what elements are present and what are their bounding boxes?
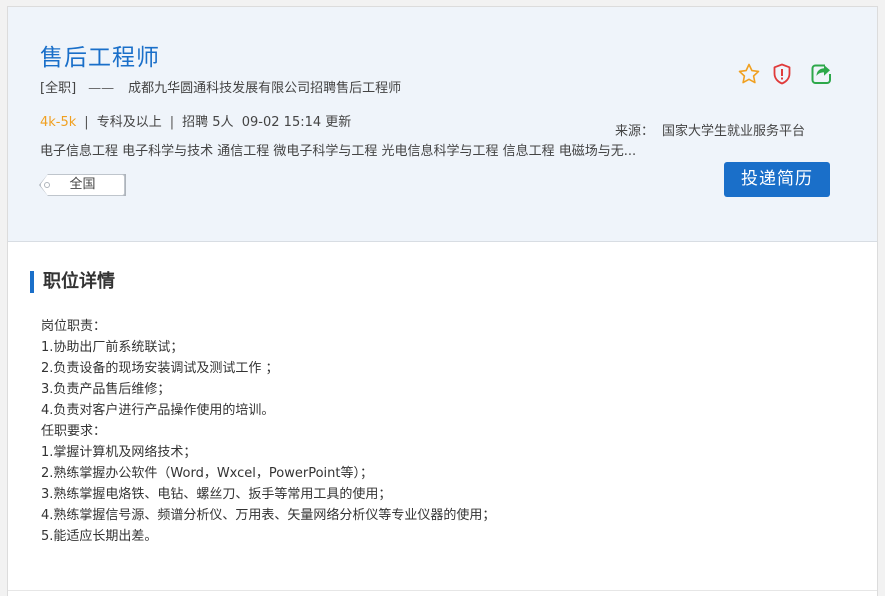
education: 专科及以上 <box>96 115 162 130</box>
source: 来源： 国家大学生就业服务平台 <box>615 120 805 139</box>
job-detail-page: 售后工程师 [全职] —— 成都九华圆通科技发展有限公司招聘售后工程师 4k-5k |… <box>7 6 878 596</box>
description-line: 2.负责设备的现场安装调试及测试工作 ； <box>41 361 279 376</box>
job-title: 售后工程师 <box>40 45 160 71</box>
description-line: 岗位职责： <box>41 319 107 334</box>
meta-separator: | <box>169 115 175 130</box>
shield-warning-icon[interactable] <box>770 62 794 86</box>
description-line: 2.熟练掌握办公软件（Word，Wxcel，PowerPoint等）； <box>41 466 373 481</box>
job-header: 售后工程师 [全职] —— 成都九华圆通科技发展有限公司招聘售后工程师 4k-5k |… <box>8 7 877 242</box>
job-type: [全职] <box>40 81 77 96</box>
meta-separator: | <box>84 115 89 130</box>
job-subtitle: [全职] —— 成都九华圆通科技发展有限公司招聘售后工程师 <box>40 77 401 96</box>
section-title-details: 职位详情 <box>30 271 115 293</box>
source-value: 国家大学生就业服务平台 <box>662 124 806 139</box>
source-label: 来源： <box>615 124 655 139</box>
description-line: 1.掌握计算机及网络技术； <box>41 445 197 460</box>
company-line[interactable]: 成都九华圆通科技发展有限公司招聘售后工程师 <box>128 81 401 96</box>
tag-hole-icon <box>44 182 50 188</box>
headcount: 招聘 5人 <box>182 115 234 130</box>
location-tag: 全国 <box>40 174 125 196</box>
job-description: 岗位职责： 1.协助出厂前系统联试； 2.负责设备的现场安装调试及测试工作 ； … <box>41 316 495 547</box>
description-line: 4.熟练掌握信号源、频谱分析仪、万用表、矢量网络分析仪等专业仪器的使用； <box>41 508 496 523</box>
description-line: 3.负责产品售后维修； <box>41 382 171 397</box>
description-line: 1.协助出厂前系统联试； <box>41 340 184 355</box>
update-time: 09-02 15:14 更新 <box>241 115 352 130</box>
salary: 4k-5k <box>40 115 77 130</box>
share-icon[interactable] <box>809 62 833 86</box>
dash-separator: —— <box>88 81 115 96</box>
description-line: 任职要求： <box>41 424 107 439</box>
apply-resume-button[interactable]: 投递简历 <box>724 162 830 197</box>
description-line: 5.能适应长期出差。 <box>41 529 158 544</box>
description-line: 4.负责对客户进行产品操作使用的培训。 <box>41 403 275 418</box>
job-meta: 4k-5k | 专科及以上 | 招聘 5人 09-02 15:14 更新 <box>40 111 351 130</box>
description-line: 3.熟练掌握电烙铁、电钻、螺丝刀、扳手等常用工具的使用； <box>41 487 392 502</box>
star-icon[interactable] <box>737 62 761 86</box>
majors: 电子信息工程 电子科学与技术 通信工程 微电子科学与工程 光电信息科学与工程 信… <box>40 144 637 159</box>
divider <box>8 590 877 591</box>
